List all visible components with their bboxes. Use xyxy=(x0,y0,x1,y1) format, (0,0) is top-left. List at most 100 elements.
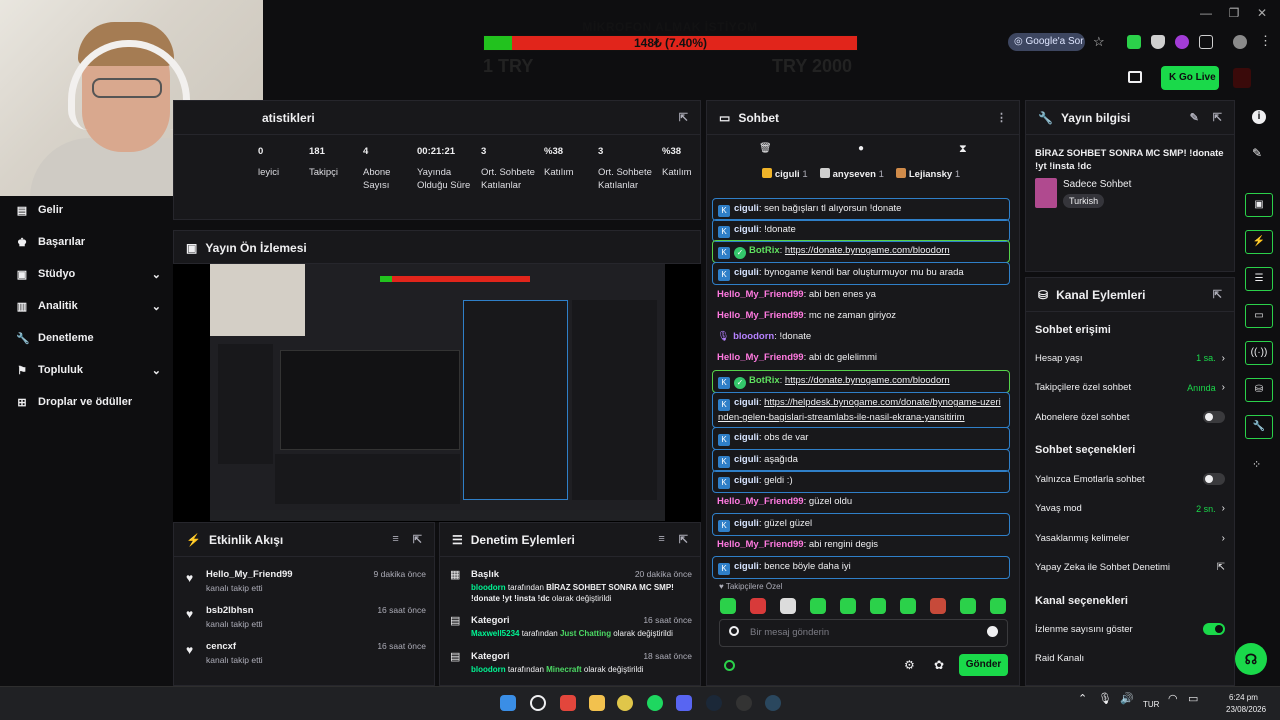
edit-pencil-icon[interactable]: ✎ xyxy=(1190,111,1199,124)
activity-item[interactable]: ♥ Hello_My_Friend99 kanalı takip etti 9 dak… xyxy=(186,569,426,593)
nav-item-2[interactable]: ▣ Stüdyo ⌄ xyxy=(16,264,161,284)
setting-row[interactable]: Takipçilere özel sohbet Anında › xyxy=(1035,381,1225,395)
nav-item-4[interactable]: 🔧 Denetleme xyxy=(16,328,161,348)
chat-message[interactable]: Kciguli: https://helpdesk.bynogame.com/d… xyxy=(712,392,1010,428)
mod-tools-icon[interactable]: ✿ xyxy=(934,658,944,672)
nav-item-0[interactable]: ▤ Gelir xyxy=(16,200,161,220)
app-red-icon[interactable] xyxy=(560,695,576,711)
rail-lightning-icon[interactable]: ⚡ xyxy=(1245,230,1273,254)
chat-username[interactable]: ciguli xyxy=(734,397,759,408)
chevron-down-icon[interactable]: ⌄ xyxy=(152,300,161,313)
clock-date[interactable]: 23/08/2026 xyxy=(1226,705,1266,714)
top-chatter[interactable]: anyseven 1 xyxy=(819,168,884,184)
spotify-icon[interactable] xyxy=(647,695,663,711)
tray-chevron-icon[interactable]: ⌃ xyxy=(1078,692,1087,705)
chat-username[interactable]: Hello_My_Friend99 xyxy=(717,539,804,550)
filter-icon[interactable]: ≡ xyxy=(658,533,664,546)
chat-message[interactable]: K ✓ BotRix: https://donate.bynogame.com/bl… xyxy=(712,240,1010,263)
chat-message-input[interactable]: Bir mesaj gönderin xyxy=(719,619,1008,647)
rail-broadcast-icon[interactable]: ((·)) xyxy=(1245,341,1273,365)
rail-chat-icon[interactable]: ▭ xyxy=(1245,304,1273,328)
search-icon[interactable] xyxy=(530,695,546,711)
steam-icon[interactable] xyxy=(706,695,722,711)
chevron-right-icon[interactable]: › xyxy=(1222,382,1225,393)
chrome-icon[interactable] xyxy=(617,695,633,711)
nav-item-3[interactable]: ▥ Analitik ⌄ xyxy=(16,296,161,316)
volume-icon[interactable]: 🔊 xyxy=(1120,692,1134,705)
toggle-switch[interactable] xyxy=(1203,623,1225,635)
chat-message[interactable]: Kciguli: geldi :) xyxy=(712,470,1010,493)
setting-row[interactable]: Yapay Zeka ile Sohbet Denetimi ⇱ xyxy=(1035,561,1225,575)
profile-avatar-icon[interactable] xyxy=(1233,35,1247,49)
info-icon[interactable]: i xyxy=(1252,110,1266,124)
edit-icon[interactable]: ✎ xyxy=(1252,146,1262,160)
emote-icon[interactable] xyxy=(900,598,916,614)
shield-extension-icon[interactable] xyxy=(1151,35,1165,49)
extension-purple-icon[interactable] xyxy=(1175,35,1189,49)
chat-username[interactable]: bloodorn xyxy=(733,331,774,342)
chat-menu-icon[interactable]: ⋮ xyxy=(996,111,1007,124)
rail-list-icon[interactable]: ☰ xyxy=(1245,267,1273,291)
activity-item[interactable]: ♥ bsb2lbhsn kanalı takip etti 16 saat önce xyxy=(186,605,426,629)
chat-text[interactable]: https://donate.bynogame.com/bloodorn xyxy=(785,245,950,256)
chat-message[interactable]: K ✓ BotRix: https://donate.bynogame.com/bl… xyxy=(712,370,1010,393)
emote-icon[interactable] xyxy=(990,598,1006,614)
modaction-user[interactable]: bloodorn xyxy=(471,583,506,592)
chat-text[interactable]: https://helpdesk.bynogame.com/donate/byn… xyxy=(718,397,1001,423)
browser-menu-icon[interactable]: ⋮ xyxy=(1259,33,1272,49)
chat-username[interactable]: ciguli xyxy=(734,224,759,235)
chevron-right-icon[interactable]: › xyxy=(1222,503,1225,514)
top-chatter[interactable]: ciguli 1 xyxy=(761,168,808,184)
rail-more-icon[interactable]: ⁘ xyxy=(1252,458,1261,471)
setting-row[interactable]: Raid Kanalı xyxy=(1035,652,1225,666)
close-icon[interactable]: ✕ xyxy=(1252,6,1272,22)
nav-item-1[interactable]: ♚ Başarılar xyxy=(16,232,161,252)
chat-message[interactable]: Kciguli: bence böyle daha iyi xyxy=(712,556,1010,579)
toggle-switch[interactable] xyxy=(1203,473,1225,485)
emote-icon[interactable] xyxy=(780,598,796,614)
popout-icon[interactable]: ⇱ xyxy=(1213,288,1222,301)
activity-item[interactable]: ♥ cencxf kanalı takip etti 16 saat önce xyxy=(186,641,426,665)
popout-icon[interactable]: ⇱ xyxy=(679,533,688,546)
clock-time[interactable]: 6:24 pm xyxy=(1229,693,1258,702)
support-headset-icon[interactable]: ☊ xyxy=(1235,643,1267,675)
go-live-button[interactable]: K Go Live xyxy=(1161,66,1219,90)
file-explorer-icon[interactable] xyxy=(589,695,605,711)
chat-message[interactable]: Hello_My_Friend99: güzel oldu xyxy=(712,492,1010,511)
reply-icon[interactable] xyxy=(729,626,739,636)
chat-bubble-icon[interactable]: ● xyxy=(858,143,864,154)
setting-row[interactable]: Yasaklanmış kelimeler › xyxy=(1035,531,1225,545)
emote-icon[interactable] xyxy=(960,598,976,614)
external-link-icon[interactable]: ⇱ xyxy=(1217,562,1225,573)
settings-gear-icon[interactable]: ⚙ xyxy=(904,658,915,672)
rail-channel-icon[interactable]: ⛁ xyxy=(1245,378,1273,402)
setting-row[interactable]: Yalnızca Emotlarla sohbet xyxy=(1035,472,1225,486)
chat-message[interactable]: Kciguli: !donate xyxy=(712,219,1010,242)
chevron-down-icon[interactable]: ⌄ xyxy=(152,268,161,281)
chevron-right-icon[interactable]: › xyxy=(1222,353,1225,364)
nav-item-6[interactable]: ⊞ Droplar ve ödüller xyxy=(16,392,161,412)
chat-message[interactable]: Kciguli: aşağıda xyxy=(712,449,1010,472)
send-button[interactable]: Gönder xyxy=(959,654,1008,676)
chat-username[interactable]: Hello_My_Friend99 xyxy=(717,289,804,300)
chevron-down-icon[interactable]: ⌄ xyxy=(152,364,161,377)
chevron-right-icon[interactable]: › xyxy=(1222,533,1225,544)
popout-icon[interactable]: ⇱ xyxy=(679,111,688,124)
chat-username[interactable]: BotRix xyxy=(749,375,780,386)
kick-coin-icon[interactable] xyxy=(724,660,735,671)
chat-username[interactable]: ciguli xyxy=(734,518,759,529)
extensions-puzzle-icon[interactable] xyxy=(1199,35,1213,49)
steam-alt-icon[interactable] xyxy=(765,695,781,711)
stream-preview-video[interactable] xyxy=(210,264,665,521)
chat-message[interactable]: Kciguli: sen bağışları tl alıyorsun !don… xyxy=(712,198,1010,221)
maximize-icon[interactable]: ❐ xyxy=(1224,6,1244,22)
chat-message[interactable]: Hello_My_Friend99: abi dc gelelimmi xyxy=(712,348,1010,367)
chat-username[interactable]: ciguli xyxy=(734,203,759,214)
popout-icon[interactable]: ⇱ xyxy=(413,533,422,546)
windows-start-icon[interactable] xyxy=(500,695,516,711)
chat-message[interactable]: Kciguli: bynogame kendi bar oluşturmuyor… xyxy=(712,262,1010,285)
chat-username[interactable]: ciguli xyxy=(734,432,759,443)
display-mode-icon[interactable] xyxy=(1128,71,1142,83)
popout-icon[interactable]: ⇱ xyxy=(1213,111,1222,124)
wifi-icon[interactable]: ◠ xyxy=(1168,692,1178,705)
